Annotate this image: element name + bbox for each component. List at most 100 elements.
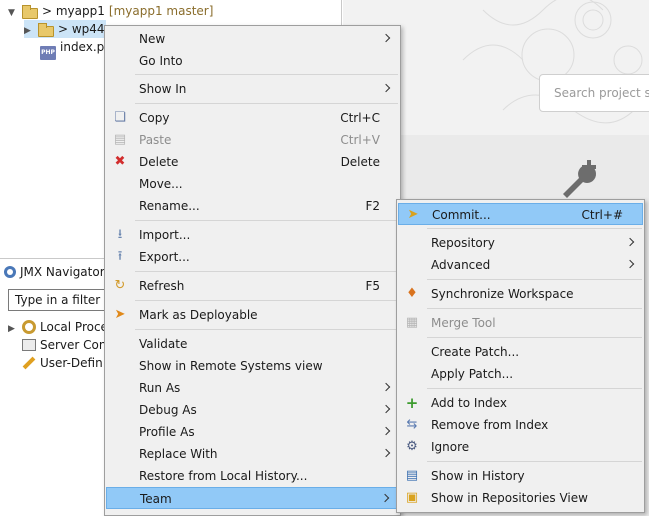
jmx-navigator-tab[interactable]: JMX Navigator [4,263,105,281]
project-context-menu: New Go Into Show In ❏ Copy Ctrl+C ▤ Paste Ct… [104,25,401,516]
merge-tool-icon: ▦ [405,315,419,330]
tree-item-myapp1[interactable]: ▼ > myapp1 [myapp1 master] [8,2,213,20]
jmx-navigator-panel: JMX Navigator Type in a filter ▶ Local Pr… [0,258,118,516]
menu-item-mark-as-deployable[interactable]: ➤ Mark as Deployable [106,304,399,326]
menu-item-show-in-history[interactable]: ▤ Show in History [398,465,643,487]
menu-item-commit[interactable]: ➤ Commit... Ctrl+# [398,203,643,225]
pencil-icon [22,356,36,370]
menu-item-apply-patch[interactable]: Apply Patch... [398,363,643,385]
tree-item-label: > myapp1 [42,4,105,18]
menu-item-show-in-remote-systems[interactable]: Show in Remote Systems view [106,355,399,377]
menu-item-new[interactable]: New [106,28,399,50]
menu-item-repository[interactable]: Repository [398,232,643,254]
team-submenu: ➤ Commit... Ctrl+# Repository Advanced ♦ Sy… [396,199,645,513]
tree-item-label: > wp44 [58,22,105,36]
menu-separator [135,271,398,272]
remove-from-index-icon: ⇆ [406,417,418,432]
menu-item-delete[interactable]: ✖ Delete Delete [106,151,399,173]
expand-arrow-icon[interactable]: ▼ [8,4,18,22]
jmx-icon [4,266,16,278]
menu-item-replace-with[interactable]: Replace With [106,443,399,465]
submenu-arrow-icon [383,450,388,458]
menu-item-profile-as[interactable]: Profile As [106,421,399,443]
menu-item-export[interactable]: ⭱ Export... [106,246,399,268]
menu-item-refresh[interactable]: ↻ Refresh F5 [106,275,399,297]
menu-item-copy[interactable]: ❏ Copy Ctrl+C [106,107,399,129]
menu-item-shortcut: Delete [340,155,380,169]
menu-item-label: Show In [139,82,187,96]
menu-item-create-patch[interactable]: Create Patch... [398,341,643,363]
menu-item-add-to-index[interactable]: + Add to Index [398,392,643,414]
tree-item-index-php[interactable]: PHP index.p [36,38,105,60]
menu-item-paste: ▤ Paste Ctrl+V [106,129,399,151]
menu-item-label: Import... [139,228,191,242]
menu-item-shortcut: Ctrl+# [581,208,623,222]
menu-separator [427,228,642,229]
submenu-arrow-icon [627,261,632,269]
menu-item-label: Profile As [139,425,195,439]
submenu-arrow-icon [383,85,388,93]
expand-arrow-icon[interactable]: ▶ [8,320,18,338]
jmx-item-label: Server Con [40,338,107,352]
delete-icon: ✖ [114,154,126,169]
submenu-arrow-icon [382,495,387,503]
menu-item-label: Merge Tool [431,316,496,330]
jmx-item-local-processes[interactable]: ▶ Local Proce [8,318,108,336]
wrench-add-icon [553,156,601,204]
submenu-arrow-icon [383,428,388,436]
menu-item-show-in[interactable]: Show In [106,78,399,100]
menu-item-label: Apply Patch... [431,367,514,381]
menu-item-label: Ignore [431,440,470,454]
menu-item-label: Paste [139,133,172,147]
menu-item-label: Add to Index [431,396,507,410]
menu-item-show-in-repositories-view[interactable]: ▣ Show in Repositories View [398,487,643,509]
menu-item-import[interactable]: ⭳ Import... [106,224,399,246]
menu-item-shortcut: Ctrl+V [340,133,380,147]
menu-item-label: Synchronize Workspace [431,287,574,301]
jmx-item-server-connections[interactable]: Server Con [18,336,107,354]
project-folder-icon [22,5,38,19]
menu-item-restore-from-local-history[interactable]: Restore from Local History... [106,465,399,487]
tree-item-label: index.p [60,40,105,54]
menu-item-shortcut: F5 [365,279,380,293]
php-file-icon: PHP [40,46,56,60]
jmx-item-user-defined[interactable]: User-Defin [18,354,103,372]
menu-item-advanced[interactable]: Advanced [398,254,643,276]
menu-item-label: Show in Repositories View [431,491,588,505]
menu-item-go-into[interactable]: Go Into [106,50,399,72]
menu-item-label: Commit... [432,208,491,222]
synchronize-icon: ♦ [406,286,418,301]
menu-item-label: Replace With [139,447,218,461]
server-icon [22,339,36,351]
menu-item-label: Refresh [139,279,185,293]
import-icon: ⭳ [117,227,123,242]
submenu-arrow-icon [383,35,388,43]
jmx-title-label: JMX Navigator [20,265,105,279]
menu-item-debug-as[interactable]: Debug As [106,399,399,421]
menu-item-label: Mark as Deployable [139,308,258,322]
menu-item-ignore[interactable]: ⚙ Ignore [398,436,643,458]
search-project-input[interactable]: Search project st [539,74,649,112]
tree-item-wp44[interactable]: ▶ > wp44 [24,20,106,38]
gear-icon [22,320,36,334]
menu-item-move[interactable]: Move... [106,173,399,195]
menu-item-label: Export... [139,250,190,264]
jmx-filter-input[interactable]: Type in a filter [8,289,118,311]
paste-icon: ▤ [113,132,127,147]
menu-separator [427,337,642,338]
menu-separator [427,279,642,280]
menu-item-synchronize-workspace[interactable]: ♦ Synchronize Workspace [398,283,643,305]
history-icon: ▤ [405,468,419,483]
menu-item-validate[interactable]: Validate [106,333,399,355]
collapse-arrow-icon[interactable]: ▶ [24,22,34,40]
menu-item-run-as[interactable]: Run As [106,377,399,399]
menu-separator [135,220,398,221]
menu-item-label: Show in History [431,469,525,483]
menu-item-label: Copy [139,111,170,125]
menu-item-rename[interactable]: Rename... F2 [106,195,399,217]
menu-separator [427,388,642,389]
menu-item-label: Team [140,492,172,506]
menu-item-shortcut: F2 [365,199,380,213]
menu-item-team[interactable]: Team [106,487,399,509]
menu-item-remove-from-index[interactable]: ⇆ Remove from Index [398,414,643,436]
